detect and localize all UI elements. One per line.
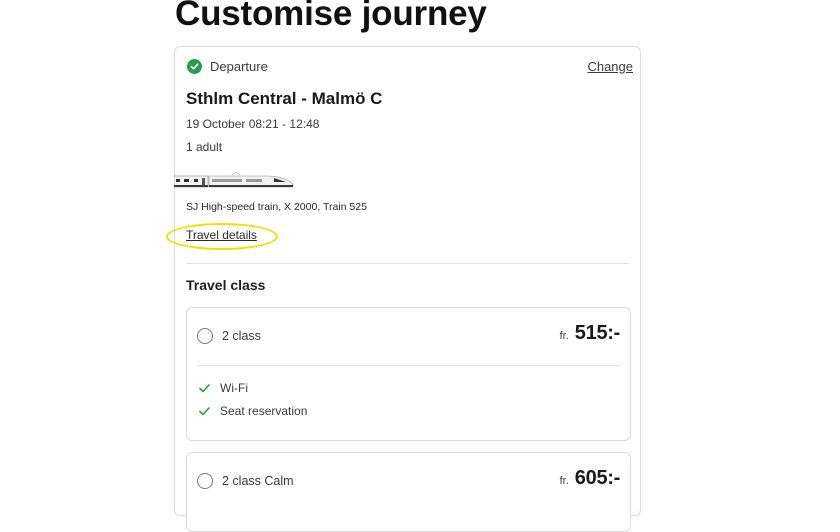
section-divider bbox=[186, 263, 629, 264]
departure-header: Departure bbox=[187, 59, 268, 74]
feature-label: Seat reservation bbox=[220, 404, 308, 418]
highlight-annotation bbox=[166, 223, 278, 250]
price-value: 515:- bbox=[574, 322, 621, 344]
feature-item: Wi-Fi bbox=[199, 381, 248, 395]
journey-card: Departure Change Sthlm Central - Malmö C… bbox=[166, 46, 641, 532]
passenger-count: 1 adult bbox=[186, 140, 223, 154]
feature-label: Wi-Fi bbox=[220, 381, 248, 395]
check-circle-icon bbox=[187, 59, 202, 74]
price-prefix: fr. bbox=[559, 330, 569, 342]
checkmark-icon bbox=[199, 406, 210, 416]
class-option-2-class-calm[interactable]: 2 class Calm fr. 605:- bbox=[186, 452, 631, 532]
train-description: SJ High-speed train, X 2000, Train 525 bbox=[186, 201, 367, 213]
price-value: 605:- bbox=[574, 467, 621, 489]
class-price: fr. 605:- bbox=[559, 467, 621, 490]
change-link[interactable]: Change bbox=[587, 59, 633, 74]
travel-class-heading: Travel class bbox=[186, 277, 266, 293]
class-price: fr. 515:- bbox=[559, 322, 621, 345]
class-option-label: 2 class Calm bbox=[222, 474, 294, 488]
option-divider bbox=[197, 365, 620, 366]
feature-item: Seat reservation bbox=[199, 404, 307, 418]
departure-label: Departure bbox=[210, 59, 268, 74]
train-icon bbox=[173, 171, 294, 196]
departure-datetime: 19 October 08:21 - 12:48 bbox=[186, 117, 320, 131]
class-option-2-class[interactable]: 2 class fr. 515:- Wi-Fi Seat reservation bbox=[186, 307, 631, 441]
route-title: Sthlm Central - Malmö C bbox=[186, 89, 383, 108]
radio-button[interactable] bbox=[197, 473, 213, 489]
page-title: Customise journey bbox=[175, 0, 487, 33]
checkmark-icon bbox=[199, 383, 210, 393]
radio-button[interactable] bbox=[197, 328, 213, 344]
price-prefix: fr. bbox=[559, 475, 569, 487]
class-option-label: 2 class bbox=[222, 329, 261, 343]
